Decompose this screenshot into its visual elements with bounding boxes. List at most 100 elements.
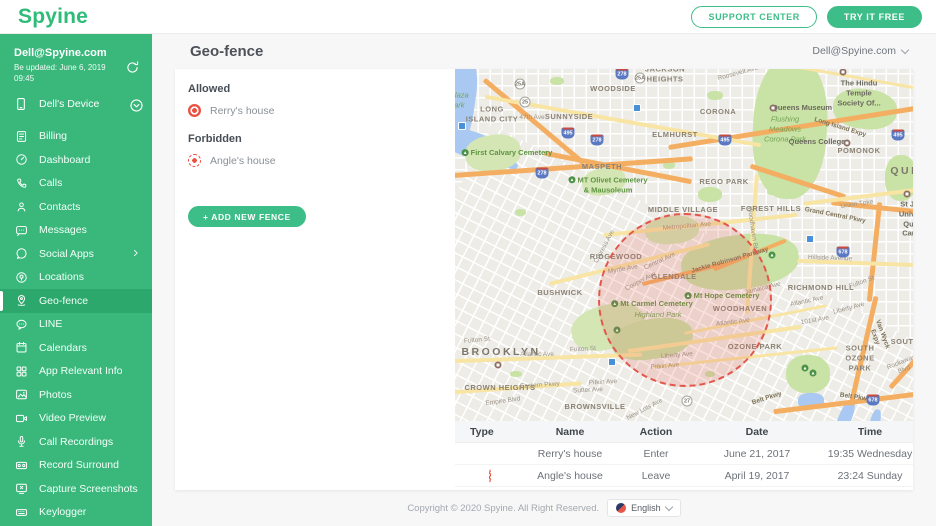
sidebar-item-label: Messages (39, 224, 87, 236)
transit-station-icon (458, 122, 466, 130)
microphone-icon (15, 435, 28, 448)
geofence-circle[interactable] (598, 213, 772, 387)
try-it-free-button[interactable]: TRY IT FREE (827, 6, 922, 28)
support-center-button[interactable]: SUPPORT CENTER (691, 6, 816, 28)
tree-icon (802, 365, 809, 372)
sidebar-item-label: LINE (39, 318, 62, 330)
map-label: St John's University Queens Campus (899, 200, 913, 239)
sidebar-item-geo-fence[interactable]: Geo-fence (0, 289, 152, 313)
sidebar-item-label: App Relevant Info (39, 365, 122, 377)
footer: Copyright © 2020 Spyine. All Right Reser… (152, 490, 936, 526)
interstate-shield: 495 (562, 128, 575, 139)
sidebar-item-dashboard[interactable]: Dashboard (0, 148, 152, 172)
sidebar-item-label: Calendars (39, 342, 87, 354)
sidebar-item-messages[interactable]: Messages (0, 219, 152, 243)
calls-icon (15, 177, 28, 190)
sidebar-menu: Billing Dashboard Calls Contacts Messages Soc… (0, 125, 152, 526)
sidebar-item-photos[interactable]: Photos (0, 383, 152, 407)
route-shield: 25A (515, 79, 526, 90)
add-new-fence-button[interactable]: + ADD NEW FENCE (188, 206, 306, 227)
keyboard-icon (15, 506, 28, 519)
map-label: CORONA (700, 107, 736, 117)
social-apps-icon (15, 247, 28, 260)
interstate-shield: 278 (591, 135, 604, 146)
sidebar-item-video-preview[interactable]: Video Preview (0, 407, 152, 431)
table-row: Angle's houseLeaveApril 19, 201723:24 Su… (455, 465, 913, 487)
sidebar-item-label: Calls (39, 177, 62, 189)
fence-item-forbidden[interactable]: Angle's house (188, 154, 455, 167)
top-bar: Spyine SUPPORT CENTER TRY IT FREE (0, 0, 936, 34)
account-dropdown-label: Dell@Spyine.com (812, 45, 896, 57)
sidebar-item-calls[interactable]: Calls (0, 172, 152, 196)
interstate-shield: 495 (892, 130, 905, 141)
globe-icon (616, 503, 626, 513)
forbidden-fence-icon (188, 154, 201, 167)
sidebar-item-label: Photos (39, 389, 72, 401)
interstate-shield: 678 (837, 247, 850, 258)
dashboard-icon (15, 153, 28, 166)
museum-icon (770, 105, 777, 112)
forbidden-fence-icon (489, 469, 491, 483)
refresh-icon[interactable] (125, 60, 140, 75)
map-label: WOODSIDE (590, 84, 636, 94)
sidebar-item-label: Billing (39, 130, 67, 142)
sidebar-item-line[interactable]: LINE (0, 313, 152, 337)
sidebar-item-billing[interactable]: Billing (0, 125, 152, 149)
sidebar-item-locations[interactable]: Locations (0, 266, 152, 290)
video-icon (15, 412, 28, 425)
sidebar-item-keylogger[interactable]: Keylogger (0, 501, 152, 525)
table-header-row: TypeNameActionDateTime (455, 421, 913, 443)
sidebar-item-call-recordings[interactable]: Call Recordings (0, 430, 152, 454)
locations-icon (15, 271, 28, 284)
interstate-shield: 678 (867, 395, 880, 406)
column-header-date: Date (687, 426, 827, 438)
interstate-shield: 278 (616, 69, 629, 80)
forbidden-label: Forbidden (188, 133, 455, 145)
contacts-icon (15, 200, 28, 213)
map-label: REGO PARK (699, 177, 748, 187)
table-row: Rerry's houseEnterJune 21, 201719:35 Wed… (455, 443, 913, 465)
account-dropdown[interactable]: Dell@Spyine.com (812, 45, 908, 57)
map[interactable]: LONG ISLAND CITYSUNNYSIDEWOODSIDEJACKSON… (455, 69, 913, 421)
fence-panel: Allowed Rerry's house Forbidden Angle's … (175, 69, 455, 490)
chevron-down-circle-icon (129, 98, 144, 113)
table-body: Rerry's houseEnterJune 21, 201719:35 Wed… (455, 443, 913, 487)
recorder-icon (15, 459, 28, 472)
map-label: Roosevelt Ave (717, 69, 759, 83)
geofence-card: Allowed Rerry's house Forbidden Angle's … (175, 69, 913, 490)
device-icon (14, 97, 28, 111)
fence-item-allowed[interactable]: Rerry's house (188, 104, 455, 117)
allowed-fence-icon (188, 104, 201, 117)
chevron-down-icon (664, 502, 672, 510)
spyine-logo: Spyine (18, 5, 88, 29)
device-selector[interactable]: Dell's Device (14, 97, 142, 111)
museum-icon (844, 140, 851, 147)
sidebar-item-label: Locations (39, 271, 84, 283)
sidebar-item-app-relevant-info[interactable]: App Relevant Info (0, 360, 152, 384)
transit-station-icon (806, 235, 814, 243)
copyright-text: Copyright © 2020 Spyine. All Right Reser… (407, 503, 599, 514)
sidebar-item-calendars[interactable]: Calendars (0, 336, 152, 360)
map-label: POMONOK (837, 146, 880, 156)
column-header-time: Time (827, 426, 913, 438)
interstate-shield: 495 (719, 135, 732, 146)
route-shield: 27 (682, 396, 693, 407)
content-header: Geo-fence Dell@Spyine.com (152, 34, 936, 68)
calendar-icon (15, 341, 28, 354)
sidebar-item-social-apps[interactable]: Social Apps (0, 242, 152, 266)
apps-grid-icon (15, 365, 28, 378)
transit-station-icon (608, 358, 616, 366)
sidebar-item-label: Record Surround (39, 459, 119, 471)
geofence-events-table: TypeNameActionDateTime Rerry's houseEnte… (455, 421, 913, 487)
tree-icon (769, 252, 776, 259)
sidebar-item-label: Call Recordings (39, 436, 113, 448)
tree-icon (810, 370, 817, 377)
museum-icon (904, 191, 911, 198)
sidebar-item-record-surround[interactable]: Record Surround (0, 454, 152, 478)
last-updated-text: Be updated: June 6, 2019 09:45 (14, 63, 110, 85)
sidebar-item-label: Social Apps (39, 248, 94, 260)
sidebar-item-capture-screenshots[interactable]: Capture Screenshots (0, 477, 152, 501)
sidebar-item-contacts[interactable]: Contacts (0, 195, 152, 219)
route-shield: 25A (635, 73, 646, 84)
language-selector[interactable]: English (607, 499, 681, 517)
